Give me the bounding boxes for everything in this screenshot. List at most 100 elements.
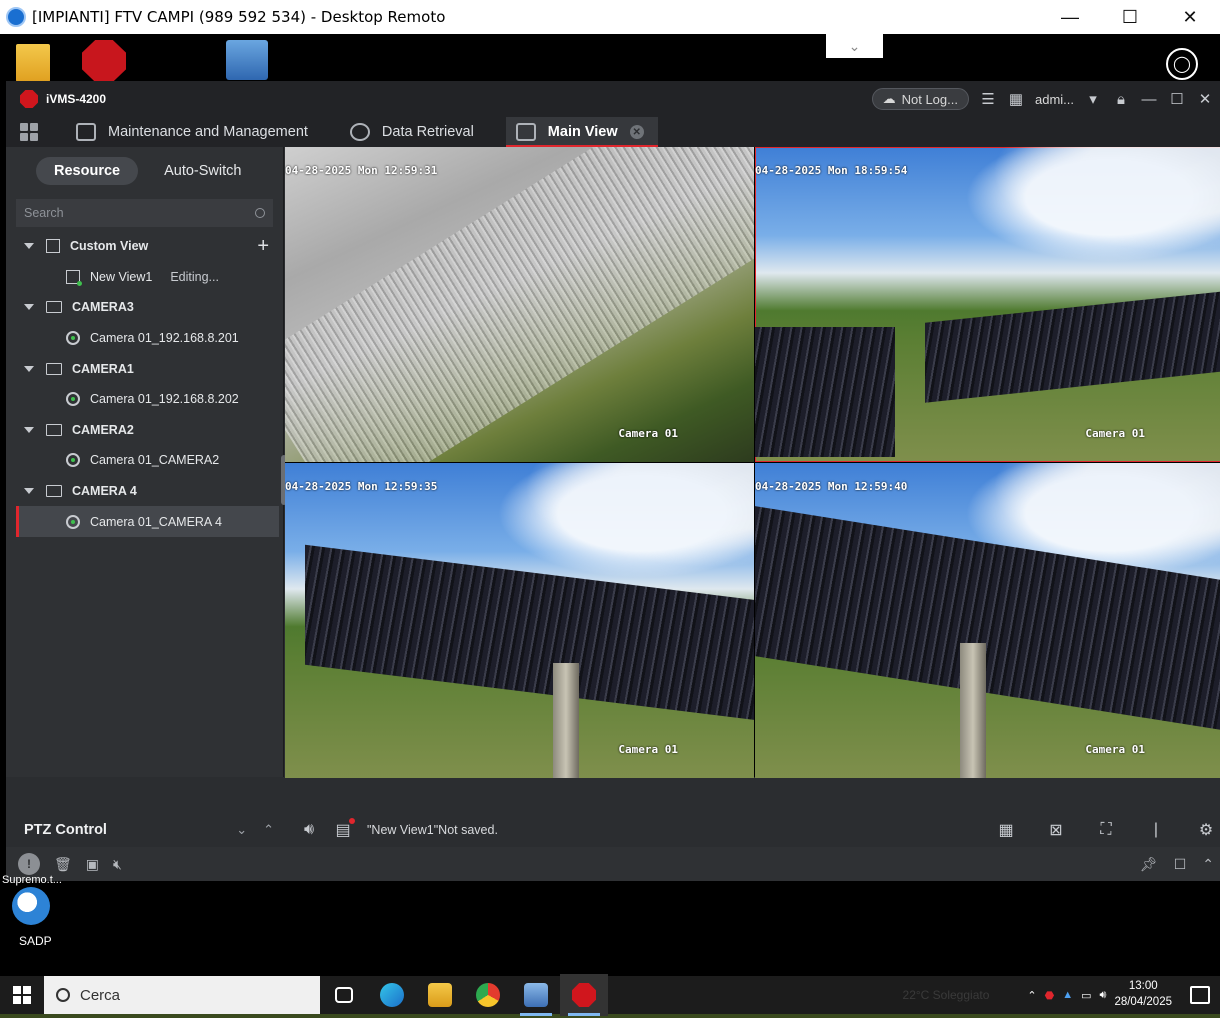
remote-desktop-app[interactable] — [512, 974, 560, 1016]
view-status: "New View1"Not saved. — [367, 823, 498, 837]
video-tile-4[interactable]: 04-28-2025 Mon 12:59:40 Camera 01 — [755, 463, 1220, 778]
module-grid-icon[interactable] — [20, 123, 38, 141]
alarm-icon[interactable]: ! — [18, 853, 40, 875]
onedrive-icon[interactable]: ▲ — [1062, 989, 1073, 1001]
tree-group-camera3[interactable]: CAMERA3 — [6, 292, 283, 323]
remote-computer-icon[interactable] — [226, 40, 268, 80]
expand-caret-icon[interactable] — [24, 488, 34, 495]
list-icon[interactable]: ☰ — [979, 90, 997, 108]
chevron-down-icon[interactable]: ⌄ — [236, 822, 247, 838]
expand-caret-icon[interactable] — [24, 304, 34, 311]
speaker-icon[interactable]: 🔊︎ — [1100, 989, 1107, 1002]
search-input[interactable]: Search — [16, 199, 273, 227]
chart-icon[interactable]: ▦ — [1007, 90, 1025, 108]
chevron-up-icon[interactable]: ⌃ — [263, 822, 274, 838]
minimize-button[interactable]: — — [1040, 0, 1100, 34]
tree-item-camera[interactable]: Camera 01_192.168.8.201 — [6, 323, 283, 354]
network-icon[interactable]: ▭ — [1081, 989, 1091, 1002]
chevron-up-icon[interactable]: ⌃ — [1202, 856, 1214, 873]
tree-group-camera2[interactable]: CAMERA2 — [6, 415, 283, 446]
edge-app[interactable] — [368, 974, 416, 1016]
volume-icon[interactable]: 🔊︎ — [299, 821, 319, 839]
user-menu[interactable]: admi... — [1035, 92, 1074, 107]
record-icon[interactable]: ▤ — [333, 818, 355, 840]
tree-item-camera-selected[interactable]: Camera 01_CAMERA 4 — [16, 506, 279, 537]
tab-data-retrieval[interactable]: Data Retrieval — [340, 117, 488, 147]
video-camera-icon — [515, 123, 536, 141]
weather-widget[interactable]: 22°C Soleggiato — [903, 988, 990, 1002]
expand-caret-icon[interactable] — [24, 243, 34, 250]
window-division-icon[interactable]: ▦ — [996, 820, 1016, 840]
trash-icon[interactable]: 🗑︎ — [54, 856, 72, 873]
tab-maintenance[interactable]: Maintenance and Management — [66, 117, 322, 147]
video-tile-1[interactable]: 04-28-2025 Mon 12:59:31 Camera 01 — [285, 147, 754, 462]
task-view-button[interactable] — [320, 974, 368, 1016]
chrome-app[interactable] — [464, 974, 512, 1016]
expand-caret-icon[interactable] — [24, 365, 34, 372]
explorer-app[interactable] — [416, 974, 464, 1016]
folder-icon — [46, 362, 62, 375]
clock-time: 13:00 — [1128, 980, 1158, 993]
user-folder-icon[interactable] — [16, 44, 50, 82]
taskbar-search-input[interactable]: Cerca — [44, 976, 320, 1014]
windows-icon — [13, 986, 31, 1004]
tree-item-camera[interactable]: Camera 01_CAMERA2 — [6, 445, 283, 476]
start-button[interactable] — [0, 974, 44, 1016]
camera-icon — [66, 331, 80, 346]
item-label: New View1 — [90, 269, 153, 284]
tree-group-camera1[interactable]: CAMERA1 — [6, 353, 283, 384]
sadp-desktop-label[interactable]: SADP — [19, 934, 52, 948]
video-frame — [755, 327, 895, 457]
video-timestamp: 04-28-2025 Mon 12:59:31 — [285, 164, 438, 177]
ivms-app[interactable] — [560, 974, 608, 1016]
maximize-icon[interactable]: ☐ — [1174, 856, 1187, 873]
clock-date: 28/04/2025 — [1114, 996, 1172, 1008]
mute-icon[interactable]: 🔇︎ — [113, 856, 122, 873]
chevron-down-icon[interactable]: ⌄ — [826, 34, 883, 58]
maximize-icon[interactable]: ☐ — [1168, 90, 1186, 108]
gear-icon[interactable]: ⚙ — [1196, 820, 1216, 840]
image-icon[interactable]: ▣ — [86, 856, 99, 873]
ivms-desktop-icon[interactable] — [82, 40, 126, 82]
camera-icon — [66, 453, 80, 468]
video-frame — [553, 663, 579, 778]
ivms-icon — [572, 983, 596, 1007]
video-camera-name: Camera 01 — [618, 427, 678, 440]
search-icon[interactable] — [255, 208, 265, 218]
clock[interactable]: 13:00 28/04/2025 — [1114, 979, 1172, 1010]
supremo-desktop-label[interactable]: Supremo.t... — [2, 874, 62, 886]
cloud-login-button[interactable]: ☁ Not Log... — [871, 88, 969, 110]
lock-icon[interactable]: 🔒︎ — [1112, 91, 1130, 108]
video-timestamp: 04-28-2025 Mon 12:59:40 — [755, 480, 908, 493]
user-account-icon[interactable]: ◯ — [1166, 48, 1198, 80]
tab-main-view[interactable]: Main View ✕ — [505, 117, 658, 147]
tree-group-camera4[interactable]: CAMERA 4 — [6, 476, 283, 507]
tree-group-custom-view[interactable]: Custom View + — [6, 231, 283, 262]
maximize-button[interactable]: ☐ — [1100, 0, 1160, 34]
fullscreen-icon[interactable]: ⛶ — [1096, 821, 1116, 839]
chevron-down-icon[interactable]: ▾ — [1084, 90, 1102, 108]
close-icon[interactable]: ✕ — [1196, 90, 1214, 108]
resource-tab[interactable]: Resource — [36, 157, 139, 185]
video-tile-2[interactable]: 04-28-2025 Mon 18:59:54 Camera 01 — [755, 147, 1220, 462]
notification-icon[interactable] — [1190, 986, 1210, 1004]
close-button[interactable]: ✕ — [1160, 0, 1220, 34]
minimize-icon[interactable]: — — [1140, 91, 1158, 108]
chevron-up-icon[interactable]: ⌃ — [1027, 989, 1036, 1002]
close-tab-icon[interactable]: ✕ — [629, 125, 644, 139]
resource-tree: Custom View + New View1 Editing... CAMER… — [6, 231, 283, 537]
event-bar: ! 🗑︎ ▣ 🔇︎ 📌︎ ☐ ⌃ — [6, 847, 1220, 881]
pin-icon[interactable]: 📌︎ — [1140, 856, 1158, 873]
auto-switch-tab[interactable]: Auto-Switch — [146, 157, 259, 185]
add-view-icon[interactable]: + — [257, 235, 269, 258]
tree-item-camera[interactable]: Camera 01_192.168.8.202 — [6, 384, 283, 415]
tree-item-new-view[interactable]: New View1 Editing... — [6, 262, 283, 293]
video-frame — [285, 147, 754, 462]
sadp-desktop-icon[interactable] — [12, 887, 50, 925]
ivms-tray-icon[interactable]: ⬣ — [1045, 989, 1055, 1002]
video-tile-3[interactable]: 04-28-2025 Mon 12:59:35 Camera 01 — [285, 463, 754, 778]
edge-icon — [380, 983, 404, 1007]
stop-all-icon[interactable]: ⊠ — [1046, 820, 1066, 840]
ptz-control-bar[interactable]: PTZ Control ⌄ ⌃ — [6, 813, 284, 847]
expand-caret-icon[interactable] — [24, 426, 34, 433]
